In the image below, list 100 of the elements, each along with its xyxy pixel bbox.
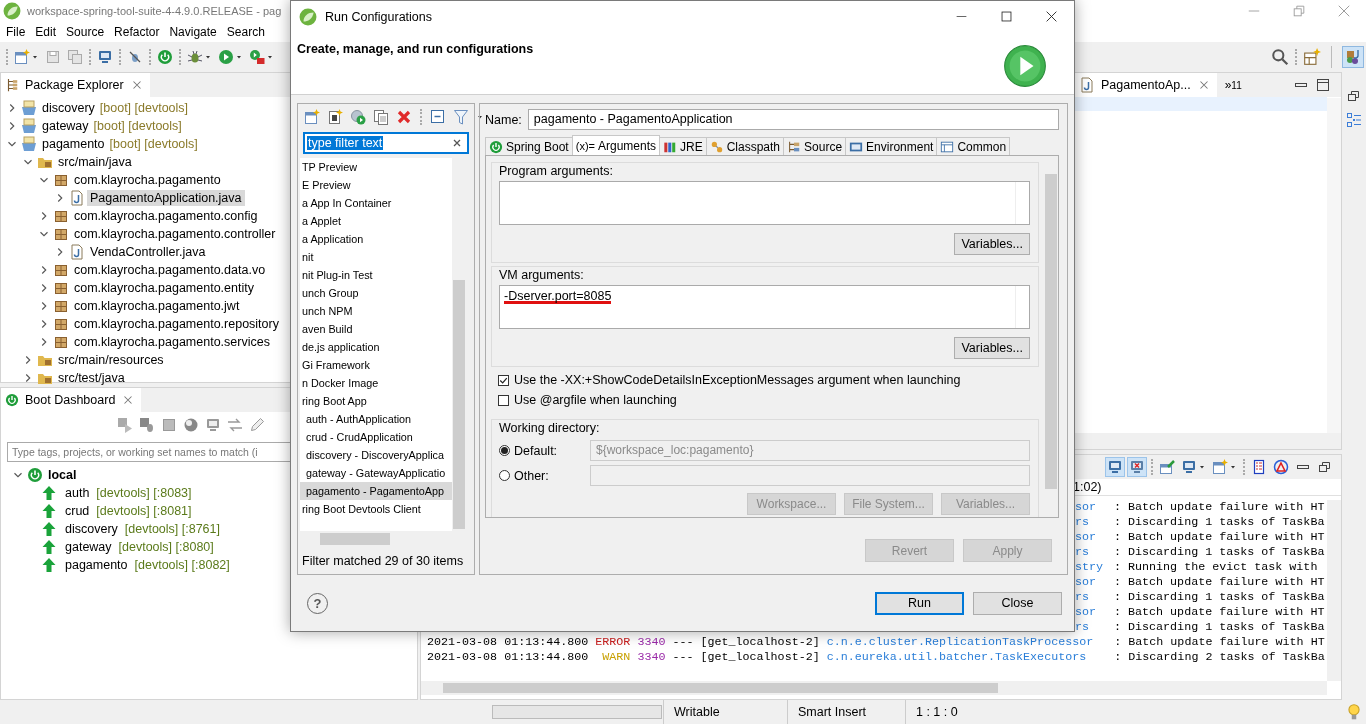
tree-item[interactable]: pagamento [39, 136, 108, 152]
tree-item[interactable]: com.klayrocha.pagamento.repository [71, 316, 282, 332]
button[interactable]: Close [973, 591, 1062, 615]
tree-item[interactable]: auth [62, 485, 93, 501]
tab-label[interactable]: Boot Dashboard [25, 393, 116, 407]
filter-status: Filter matched 29 of 30 items [301, 553, 465, 568]
tab[interactable]: (x)= Arguments [571, 135, 660, 155]
tree-item[interactable]: com.klayrocha.pagamento.entity [71, 280, 257, 296]
separator-text: --- [672, 635, 694, 650]
list-item[interactable]: ring Boot Devtools Client [300, 500, 452, 518]
tree-item[interactable]: src/test/java [55, 370, 128, 386]
list-item[interactable]: a Applet [300, 212, 452, 230]
tree-item[interactable]: discovery [62, 521, 121, 537]
list-item[interactable]: a App In Container [300, 194, 452, 212]
logger-name: sor [1075, 575, 1098, 590]
tree-item[interactable]: PagamentoApplication.java [87, 190, 245, 206]
log-message: : Batch update failure with HT [1114, 635, 1325, 650]
tree-item[interactable]: com.klayrocha.pagamento.jwt [71, 298, 243, 314]
tree-item[interactable]: com.klayrocha.pagamento.config [71, 208, 261, 224]
log-message: : Discarding 2 tasks of TaskBa [1114, 650, 1325, 665]
status-text: 1 : 1 : 0 [905, 700, 1025, 724]
tree-item-tags: [boot] [devtools] [109, 137, 198, 151]
button[interactable]: Variables... [954, 233, 1030, 255]
dialog-heading: Create, manage, and run configurations [297, 42, 534, 56]
list-item[interactable]: auth - AuthApplication [300, 410, 452, 428]
list-item[interactable]: de.js application [300, 338, 452, 356]
view-tab[interactable]: Package Explorer [1, 73, 150, 97]
tree-item[interactable]: src/main/resources [55, 352, 167, 368]
tree-item[interactable]: pagamento [62, 557, 131, 573]
tree-item[interactable]: com.klayrocha.pagamento.data.vo [71, 262, 269, 278]
tree-item[interactable]: local [45, 467, 80, 483]
tab[interactable]: Environment [845, 137, 938, 155]
list-item[interactable]: ring Boot App [300, 392, 452, 410]
tab-label[interactable]: Package Explorer [25, 78, 124, 92]
list-item[interactable]: nit Plug-in Test [300, 266, 452, 284]
tree-item[interactable]: com.klayrocha.pagamento.services [71, 334, 273, 350]
list-item[interactable]: E Preview [300, 176, 452, 194]
tree-item[interactable]: VendaController.java [87, 244, 209, 260]
text-value: -Dserver.port=8085 [504, 289, 612, 304]
button[interactable]: Variables... [954, 337, 1030, 359]
field-label: Name: [485, 112, 522, 127]
editor-tab[interactable]: PagamentoAp... [1075, 73, 1217, 97]
menu-item[interactable]: Refactor [109, 25, 165, 39]
tree-item[interactable]: com.klayrocha.pagamento.controller [71, 226, 279, 242]
tab-label[interactable]: PagamentoAp... [1101, 78, 1191, 92]
tree-item[interactable]: discovery [39, 100, 98, 116]
tab[interactable]: JRE [659, 137, 707, 155]
list-item[interactable]: a Application [300, 230, 452, 248]
tree-item[interactable]: crud [62, 503, 93, 519]
tree-item-tags: [devtools] [:8081] [96, 504, 192, 518]
view-tab[interactable]: Boot Dashboard [1, 388, 142, 412]
list-item[interactable]: TP Preview [300, 158, 452, 176]
help-button[interactable]: ? [307, 592, 328, 614]
tree-item-tags: [devtools] [:8761] [124, 522, 220, 536]
tree-item-tags: [boot] [devtools] [93, 119, 182, 133]
list-item[interactable]: unch Group [300, 284, 452, 302]
list-item[interactable]: n Docker Image [300, 374, 452, 392]
menu-item[interactable]: Source [61, 25, 110, 39]
tree-item[interactable]: gateway [62, 539, 115, 555]
menu-item[interactable]: File [1, 25, 31, 39]
menu-item[interactable]: Navigate [164, 25, 222, 39]
log-message: : Batch update failure with HT [1114, 575, 1325, 590]
checkbox-label: Use @argfile when launching [514, 393, 677, 407]
group-label: Program arguments: [499, 163, 614, 180]
tree-item-tags: [boot] [devtools] [99, 101, 189, 115]
variables-icon: (x)= [575, 139, 595, 152]
menu-item[interactable]: Search [221, 25, 270, 39]
list-item[interactable]: gateway - GatewayApplicatio [300, 464, 452, 482]
tree-item[interactable]: src/main/java [55, 154, 135, 170]
thread-name: [get_localhost-2] [700, 650, 820, 665]
log-message: : Batch update failure with HT [1114, 500, 1325, 515]
list-item[interactable]: unch NPM [300, 302, 452, 320]
filter-field[interactable]: type filter text [303, 132, 469, 154]
text-area[interactable]: -Dserver.port=8085 [499, 285, 1030, 329]
logger-name: sor [1075, 605, 1098, 620]
process-id: 3340 [637, 650, 666, 665]
logger-name: c.n.eureka.util.batcher.TaskExecutors [826, 650, 1088, 665]
list-item[interactable]: Gi Framework [300, 356, 452, 374]
list-item[interactable]: aven Build [300, 320, 452, 338]
timestamp: 2021-03-08 01:13:44.800 [427, 635, 589, 650]
name-field[interactable]: pagamento - PagamentoApplication [527, 109, 1059, 130]
tree-item-tags: [devtools] [:8080] [118, 540, 214, 554]
tab[interactable]: Common [936, 137, 1011, 155]
list-item[interactable]: pagamento - PagamentoApp [300, 482, 452, 500]
tree-item[interactable]: gateway [39, 118, 92, 134]
tree-item[interactable]: com.klayrocha.pagamento [71, 172, 224, 188]
separator-text: --- [672, 650, 694, 665]
tab[interactable]: Spring Boot [485, 137, 573, 155]
menu-item[interactable]: Edit [30, 25, 62, 39]
timestamp: 2021-03-08 01:13:44.800 [427, 650, 589, 665]
tree-item-tags: [devtools] [:8082] [134, 558, 230, 572]
log-message: : Batch update failure with HT [1114, 605, 1325, 620]
list-item[interactable]: nit [300, 248, 452, 266]
window-title: workspace-spring-tool-suite-4-4.9.0.RELEASE - pag [27, 5, 282, 17]
log-level: WARN [601, 650, 631, 665]
group-label: VM arguments: [499, 267, 585, 284]
tab[interactable]: Classpath [705, 137, 785, 155]
button[interactable]: Run [875, 591, 964, 615]
logger-name: rs [1075, 590, 1091, 605]
tab[interactable]: Source [783, 137, 847, 155]
